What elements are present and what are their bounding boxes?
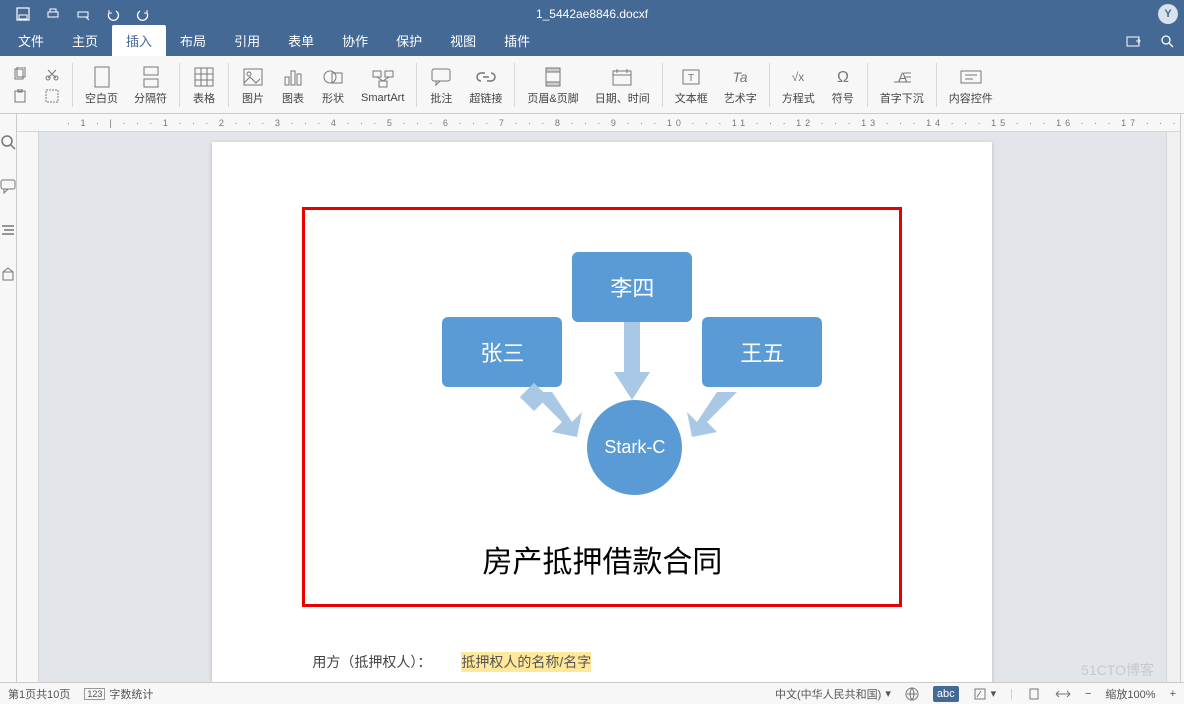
page-indicator[interactable]: 第1页共10页 xyxy=(8,686,70,702)
undo-icon[interactable] xyxy=(98,0,128,28)
language-selector[interactable]: 中文(中华人民共和国) ▾ xyxy=(775,686,891,702)
menu-protect[interactable]: 保护 xyxy=(382,25,436,56)
comment-button[interactable]: 批注 xyxy=(421,62,461,108)
search-icon[interactable] xyxy=(0,134,16,150)
document-page[interactable]: 张三 李四 王五 Stark-C 房产抵押借款合同 用方（抵押权人）： 抵押权人… xyxy=(212,142,992,682)
menu-view[interactable]: 视图 xyxy=(436,25,490,56)
menu-insert[interactable]: 插入 xyxy=(112,25,166,56)
zoom-in-button[interactable]: + xyxy=(1170,688,1176,700)
select-all-icon[interactable] xyxy=(42,86,62,106)
fit-width-icon[interactable] xyxy=(1055,687,1071,701)
hyperlink-button[interactable]: 超链接 xyxy=(461,62,510,108)
shape-button[interactable]: 形状 xyxy=(313,62,353,108)
zoom-out-button[interactable]: − xyxy=(1085,688,1091,700)
status-bar: 第1页共10页 123字数统计 中文(中华人民共和国) ▾ abc ▾ | − … xyxy=(0,682,1184,704)
menu-collaboration[interactable]: 协作 xyxy=(328,25,382,56)
cut-icon[interactable] xyxy=(42,64,62,84)
copy-icon[interactable] xyxy=(10,64,30,84)
menu-file[interactable]: 文件 xyxy=(4,25,58,56)
arrow-2-icon xyxy=(612,322,652,402)
image-button[interactable]: 图片 xyxy=(233,62,273,108)
page-area[interactable]: 张三 李四 王五 Stark-C 房产抵押借款合同 用方（抵押权人）： 抵押权人… xyxy=(39,132,1166,682)
svg-text:Ω: Ω xyxy=(837,69,849,86)
document-title: 1_5442ae8846.docxf xyxy=(536,7,648,21)
smartart-node-1[interactable]: 张三 xyxy=(442,317,562,387)
fit-page-icon[interactable] xyxy=(1027,687,1041,701)
table-button[interactable]: 表格 xyxy=(184,62,224,108)
date-time-button[interactable]: 日期、时间 xyxy=(587,62,658,108)
document-heading[interactable]: 房产抵押借款合同 xyxy=(212,537,992,581)
track-changes-icon[interactable]: ▾ xyxy=(973,687,997,701)
svg-text:T: T xyxy=(688,73,694,84)
paragraph-settings-panel: 行间距 多▾ 1.15▲▼ 段落间距 段前 0 厘米▲▼ 段后 0.6 厘米▲▼… xyxy=(1180,114,1184,682)
svg-text:Ta: Ta xyxy=(733,69,748,85)
main-area: · 1 · | · · · 1 · · · 2 · · · 3 · · · 4 … xyxy=(0,114,1184,682)
open-location-icon[interactable] xyxy=(1126,34,1142,48)
wordart-button[interactable]: Ta艺术字 xyxy=(716,62,765,108)
paste-icon[interactable] xyxy=(10,86,30,106)
menu-bar: 文件 主页 插入 布局 引用 表单 协作 保护 视图 插件 xyxy=(0,28,1184,56)
smartart-node-2[interactable]: 李四 xyxy=(572,252,692,322)
spellcheck-icon[interactable] xyxy=(905,687,919,701)
user-avatar[interactable]: Y xyxy=(1158,4,1178,24)
left-toolbar xyxy=(0,114,17,682)
menu-layout[interactable]: 布局 xyxy=(166,25,220,56)
header-footer-button[interactable]: 页眉&页脚 xyxy=(519,62,586,108)
vertical-ruler[interactable] xyxy=(17,132,39,682)
smartart-button[interactable]: SmartArt xyxy=(353,64,412,106)
redo-icon[interactable] xyxy=(128,0,158,28)
zoom-level[interactable]: 缩放100% xyxy=(1105,686,1155,702)
search-icon[interactable] xyxy=(1160,34,1174,48)
content-controls-button[interactable]: 内容控件 xyxy=(941,62,1001,108)
quick-access-toolbar xyxy=(0,0,158,28)
ribbon-insert: 空白页 分隔符 表格 图片 图表 形状 SmartArt 批注 超链接 页眉&页… xyxy=(0,56,1184,114)
title-bar: 1_5442ae8846.docxf Y xyxy=(0,0,1184,28)
menu-references[interactable]: 引用 xyxy=(220,25,274,56)
horizontal-ruler[interactable]: · 1 · | · · · 1 · · · 2 · · · 3 · · · 4 … xyxy=(17,114,1180,132)
quickprint-icon[interactable] xyxy=(68,0,98,28)
spellcheck-toggle-icon[interactable]: abc xyxy=(933,686,959,702)
print-icon[interactable] xyxy=(38,0,68,28)
word-count[interactable]: 123字数统计 xyxy=(84,686,153,702)
feedback-icon[interactable] xyxy=(0,266,16,282)
form-field[interactable]: 抵押权人的名称/名字 xyxy=(461,652,591,672)
headings-icon[interactable] xyxy=(0,222,16,238)
comments-icon[interactable] xyxy=(0,178,16,194)
dropcap-button[interactable]: A首字下沉 xyxy=(872,62,932,108)
chart-button[interactable]: 图表 xyxy=(273,62,313,108)
blank-page-button[interactable]: 空白页 xyxy=(77,62,126,108)
menu-plugins[interactable]: 插件 xyxy=(490,25,544,56)
text-label: 用方（抵押权人）： xyxy=(312,652,431,672)
equation-button[interactable]: √x方程式 xyxy=(774,62,823,108)
menu-home[interactable]: 主页 xyxy=(58,25,112,56)
smartart-center[interactable]: Stark-C xyxy=(587,400,682,495)
save-icon[interactable] xyxy=(8,0,38,28)
svg-text:√x: √x xyxy=(792,70,805,84)
document-line[interactable]: 用方（抵押权人）： 抵押权人的名称/名字 xyxy=(312,652,591,672)
smartart-node-3[interactable]: 王五 xyxy=(702,317,822,387)
page-break-button[interactable]: 分隔符 xyxy=(126,62,175,108)
menu-forms[interactable]: 表单 xyxy=(274,25,328,56)
editor: · 1 · | · · · 1 · · · 2 · · · 3 · · · 4 … xyxy=(17,114,1180,682)
textbox-button[interactable]: T文本框 xyxy=(667,62,716,108)
symbol-button[interactable]: Ω符号 xyxy=(823,62,863,108)
vertical-scrollbar[interactable] xyxy=(1166,132,1180,682)
